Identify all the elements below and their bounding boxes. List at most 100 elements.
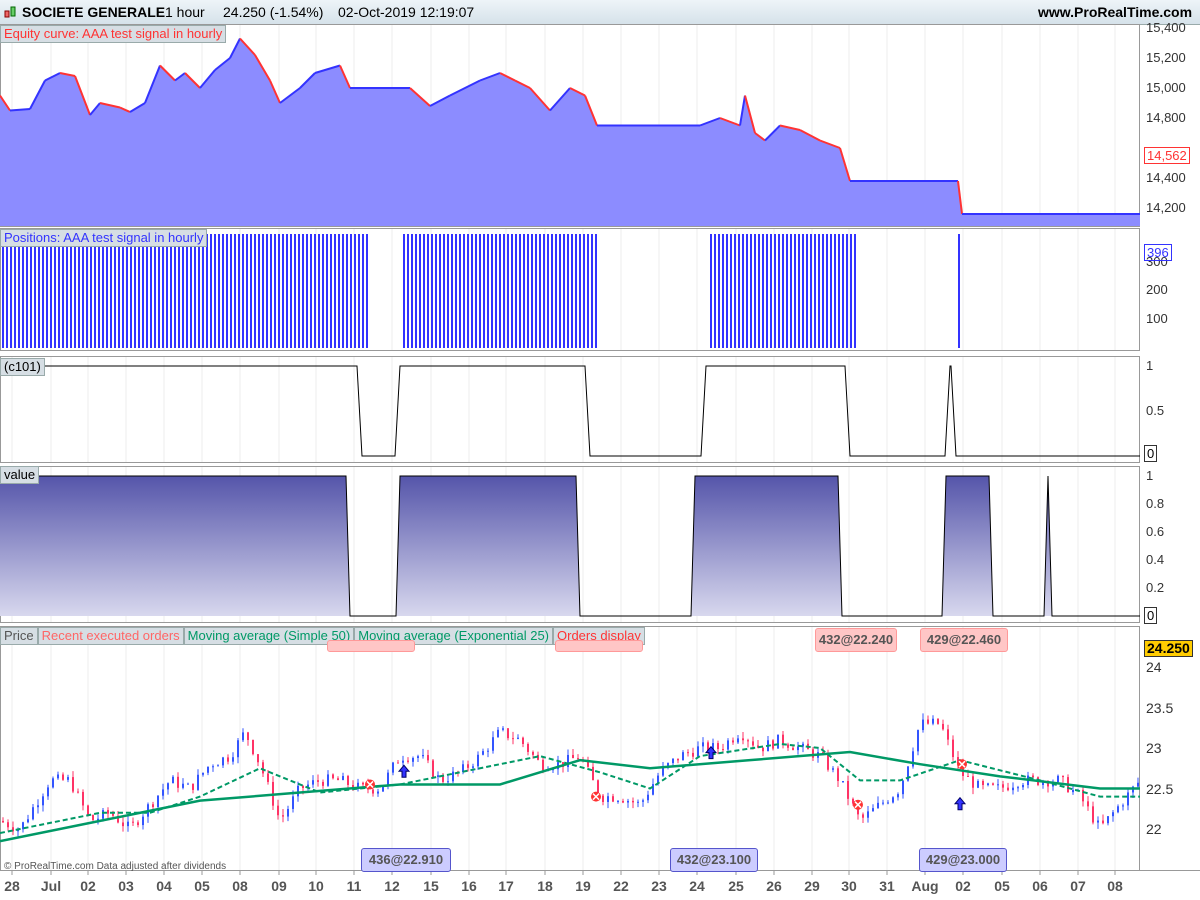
- x-axis-label: 04: [156, 878, 172, 894]
- value-axis-label: 0.8: [1146, 496, 1165, 511]
- candle-body: [747, 740, 749, 742]
- copyright-note: © ProRealTime.com Data adjusted after di…: [4, 861, 227, 872]
- candle-body: [52, 778, 54, 788]
- position-bar: [802, 234, 804, 348]
- candle-body: [257, 754, 259, 763]
- candle-body: [502, 728, 504, 730]
- position-bar: [738, 234, 740, 348]
- position-bar: [770, 234, 772, 348]
- chart-canvas[interactable]: [0, 0, 1200, 900]
- candle-body: [702, 742, 704, 747]
- position-bar: [10, 234, 12, 348]
- position-bar: [527, 234, 529, 348]
- x-axis-label: 25: [728, 878, 744, 894]
- position-bar: [222, 234, 224, 348]
- order-label-bottom: 429@23.000: [919, 848, 1007, 872]
- position-bar: [166, 234, 168, 348]
- position-bar: [346, 234, 348, 348]
- position-bar: [310, 234, 312, 348]
- candle-body: [1137, 782, 1139, 787]
- candle-body: [1057, 775, 1059, 783]
- position-bar: [174, 234, 176, 348]
- candle-body: [732, 740, 734, 743]
- equity-axis-label: 15,200: [1146, 50, 1186, 65]
- legend-price[interactable]: Price: [0, 627, 38, 645]
- candle-body: [237, 740, 239, 758]
- candle-body: [1017, 787, 1019, 789]
- candle-body: [947, 729, 949, 740]
- candle-body: [47, 787, 49, 797]
- position-bar: [403, 234, 405, 348]
- candle-body: [967, 775, 969, 777]
- candle-body: [877, 802, 879, 809]
- candle-body: [1112, 812, 1114, 817]
- candle-body: [517, 737, 519, 739]
- position-bar: [539, 234, 541, 348]
- legend-recent-orders[interactable]: Recent executed orders: [37, 627, 184, 645]
- candle-body: [397, 762, 399, 764]
- candle-body: [522, 737, 524, 744]
- position-bar: [286, 234, 288, 348]
- x-axis-label: 07: [1070, 878, 1086, 894]
- position-bar: [242, 234, 244, 348]
- candle-body: [872, 808, 874, 812]
- position-bar: [463, 234, 465, 348]
- position-bar: [451, 234, 453, 348]
- position-bar: [850, 234, 852, 348]
- candle-body: [752, 741, 754, 746]
- candle-body: [422, 755, 424, 757]
- order-label-top: 432@22.240: [815, 628, 897, 652]
- candle-body: [477, 754, 479, 767]
- candle-body: [797, 746, 799, 751]
- order-label-bottom: 432@23.100: [670, 848, 758, 872]
- position-bar: [439, 234, 441, 348]
- candle-body: [1107, 816, 1109, 824]
- x-axis-label: 23: [651, 878, 667, 894]
- position-bar: [154, 234, 156, 348]
- candle-body: [172, 776, 174, 784]
- candle-body: [122, 822, 124, 827]
- candle-body: [642, 800, 644, 802]
- position-bar: [794, 234, 796, 348]
- candle-body: [452, 771, 454, 782]
- candle-body: [337, 778, 339, 781]
- candle-body: [177, 776, 179, 788]
- candle-body: [112, 813, 114, 816]
- candle-body: [27, 819, 29, 823]
- c101-last-value: 0: [1144, 445, 1158, 462]
- candle-body: [67, 777, 69, 780]
- equity-axis-label: 15,000: [1146, 80, 1186, 95]
- position-bar: [130, 234, 132, 348]
- position-bar: [750, 234, 752, 348]
- x-axis-label: 12: [384, 878, 400, 894]
- candle-body: [887, 802, 889, 804]
- equity-panel-title: Equity curve: AAA test signal in hourly: [0, 25, 227, 43]
- ema25-line: [0, 742, 1140, 835]
- position-bar: [90, 234, 92, 348]
- position-bar: [806, 234, 808, 348]
- position-bar: [18, 234, 20, 348]
- candle-body: [202, 772, 204, 775]
- position-bar: [958, 234, 960, 348]
- position-bar: [587, 234, 589, 348]
- candle-body: [347, 776, 349, 785]
- candle-body: [467, 764, 469, 768]
- candle-body: [1012, 787, 1014, 791]
- equity-axis-label: 14,400: [1146, 170, 1186, 185]
- candle-body: [432, 760, 434, 777]
- position-bar: [206, 234, 208, 348]
- position-bar: [443, 234, 445, 348]
- candle-body: [892, 797, 894, 803]
- position-bar: [503, 234, 505, 348]
- candle-body: [77, 791, 79, 793]
- position-bar: [499, 234, 501, 348]
- candle-body: [932, 718, 934, 724]
- price-axis-label: 23: [1146, 740, 1162, 756]
- candle-body: [847, 781, 849, 799]
- position-bar: [758, 234, 760, 348]
- position-bar: [447, 234, 449, 348]
- position-bar: [342, 234, 344, 348]
- candle-body: [982, 781, 984, 786]
- position-bar: [158, 234, 160, 348]
- candle-body: [777, 734, 779, 749]
